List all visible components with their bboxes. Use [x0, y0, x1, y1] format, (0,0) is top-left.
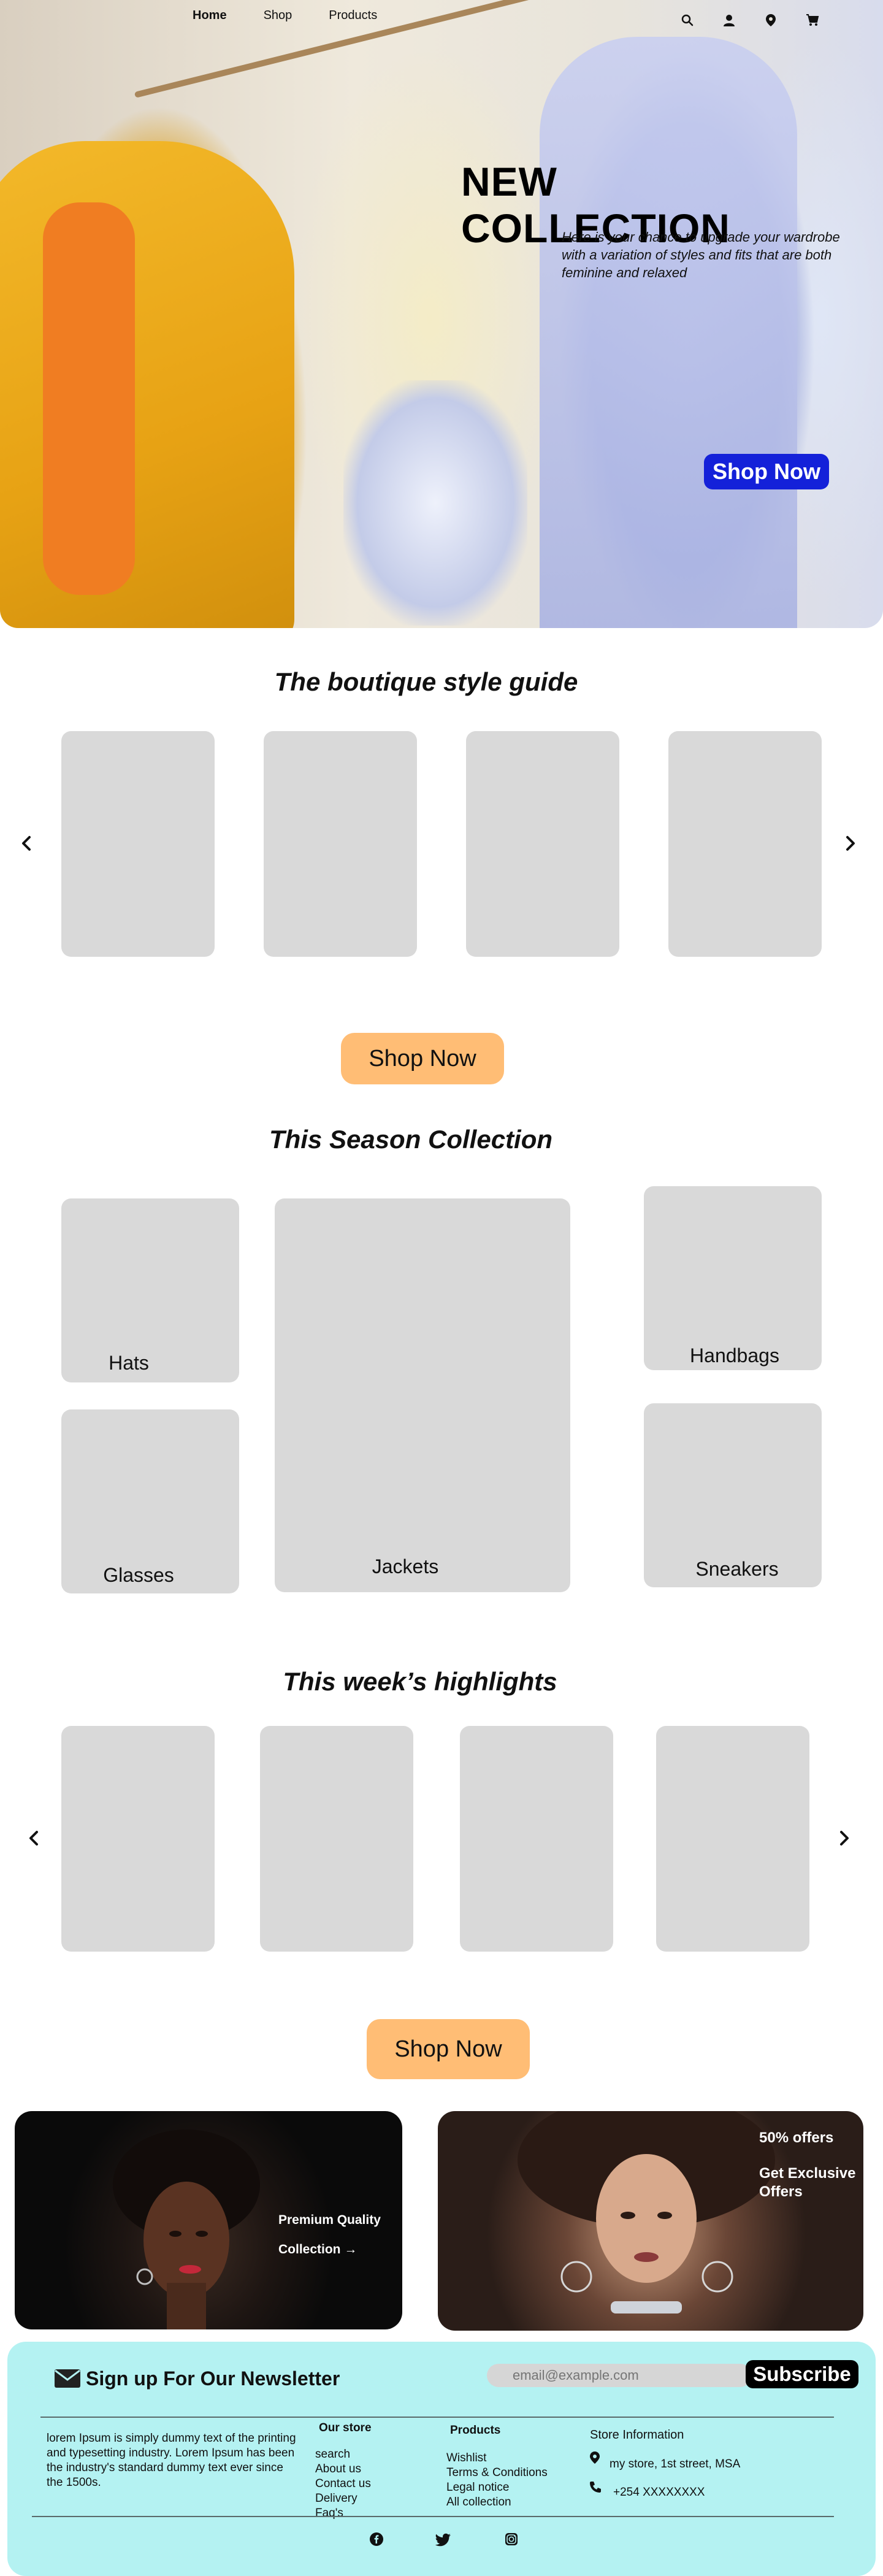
footer-link-terms[interactable]: Terms & Conditions: [446, 2466, 548, 2480]
phone-icon: [589, 2480, 602, 2497]
hero-shop-now-button[interactable]: Shop Now: [704, 454, 829, 489]
highlight-card[interactable]: [460, 1726, 613, 1952]
promo-left-line1: Premium Quality: [278, 2213, 381, 2227]
highlight-card[interactable]: [260, 1726, 413, 1952]
hero-subtitle: Here is your chance to upgrade your ward…: [562, 229, 840, 280]
search-icon[interactable]: [681, 13, 694, 27]
location-icon[interactable]: [764, 13, 778, 27]
promo-right-line3: Offers: [759, 2183, 803, 2200]
header-icons: [681, 13, 819, 27]
newsletter-title: Sign up For Our Newsletter: [86, 2367, 340, 2390]
style-guide-card[interactable]: [466, 731, 619, 957]
collection-label-glasses: Glasses: [103, 1564, 174, 1586]
style-guide-title: The boutique style guide: [274, 667, 578, 696]
promo-exclusive-offers[interactable]: 50% offers Get Exclusive Offers: [438, 2111, 863, 2331]
footer-divider-bottom: [32, 2516, 834, 2517]
season-collection-title: This Season Collection: [269, 1125, 553, 1154]
hero-model-sweater-image: [43, 202, 135, 595]
twitter-icon[interactable]: [435, 2533, 451, 2550]
nav-products[interactable]: Products: [329, 9, 377, 27]
collection-card-handbags[interactable]: [644, 1186, 822, 1370]
promo-right-line2: Get Exclusive: [759, 2165, 856, 2182]
highlights-title: This week’s highlights: [283, 1667, 557, 1696]
footer-about-text: lorem Ipsum is simply dummy text of the …: [47, 2432, 296, 2489]
chevron-right-icon[interactable]: [841, 834, 860, 853]
highlight-card[interactable]: [61, 1726, 215, 1952]
nav-shop[interactable]: Shop: [264, 9, 292, 27]
location-pin-icon: [589, 2451, 601, 2467]
footer-address: my store, 1st street, MSA: [610, 2458, 741, 2471]
collection-label-sneakers: Sneakers: [695, 1558, 779, 1580]
user-icon[interactable]: [722, 13, 736, 27]
main-nav: Home Shop Products: [193, 9, 377, 27]
footer-store-info-heading: Store Information: [590, 2428, 684, 2442]
chevron-left-icon[interactable]: [17, 834, 36, 853]
mail-icon: [54, 2369, 81, 2391]
footer-link-wishlist[interactable]: Wishlist: [446, 2451, 548, 2466]
footer-products-links: Wishlist Terms & Conditions Legal notice…: [446, 2451, 548, 2510]
promo-left-line2[interactable]: Collection →: [278, 2242, 357, 2257]
highlight-card[interactable]: [656, 1726, 809, 1952]
style-guide-card[interactable]: [61, 731, 215, 957]
collection-label-handbags: Handbags: [690, 1344, 779, 1367]
footer-divider-top: [40, 2417, 834, 2418]
collection-label-hats: Hats: [109, 1352, 149, 1374]
style-guide-shop-now-button[interactable]: Shop Now: [341, 1033, 504, 1084]
style-guide-card[interactable]: [264, 731, 417, 957]
footer-link-search[interactable]: search: [315, 2447, 371, 2462]
style-guide-card[interactable]: [668, 731, 822, 957]
chevron-left-icon[interactable]: [25, 1829, 43, 1847]
footer-phone: +254 XXXXXXXX: [613, 2486, 705, 2499]
nav-home[interactable]: Home: [193, 9, 227, 27]
footer-store-heading: Our store: [319, 2421, 372, 2434]
facebook-icon[interactable]: [369, 2532, 384, 2550]
footer-link-delivery[interactable]: Delivery: [315, 2491, 371, 2506]
footer-link-legal[interactable]: Legal notice: [446, 2480, 548, 2495]
footer-link-contact[interactable]: Contact us: [315, 2477, 371, 2491]
footer-store-links: search About us Contact us Delivery Faq'…: [315, 2447, 371, 2521]
footer-products-heading: Products: [450, 2424, 501, 2437]
promo-premium-quality[interactable]: Premium Quality Collection →: [15, 2111, 402, 2329]
newsletter-email-input[interactable]: [487, 2364, 752, 2387]
footer-link-about[interactable]: About us: [315, 2462, 371, 2477]
collection-label-jackets: Jackets: [372, 1555, 439, 1577]
hero-banner: Home Shop Products NEW COLLECTION Here i…: [0, 0, 883, 628]
highlights-shop-now-button[interactable]: Shop Now: [367, 2019, 530, 2079]
instagram-icon[interactable]: [504, 2532, 519, 2550]
cart-icon[interactable]: [806, 13, 819, 27]
hero-shoes-image: [343, 380, 527, 626]
hero-dress-image: [540, 37, 797, 628]
promo-right-line1: 50% offers: [759, 2129, 834, 2146]
footer-link-faqs[interactable]: Faq's: [315, 2506, 371, 2521]
footer-link-all-collection[interactable]: All collection: [446, 2495, 548, 2510]
collection-card-jackets[interactable]: [275, 1198, 570, 1592]
subscribe-button[interactable]: Subscribe: [746, 2360, 858, 2388]
chevron-right-icon[interactable]: [835, 1829, 854, 1847]
